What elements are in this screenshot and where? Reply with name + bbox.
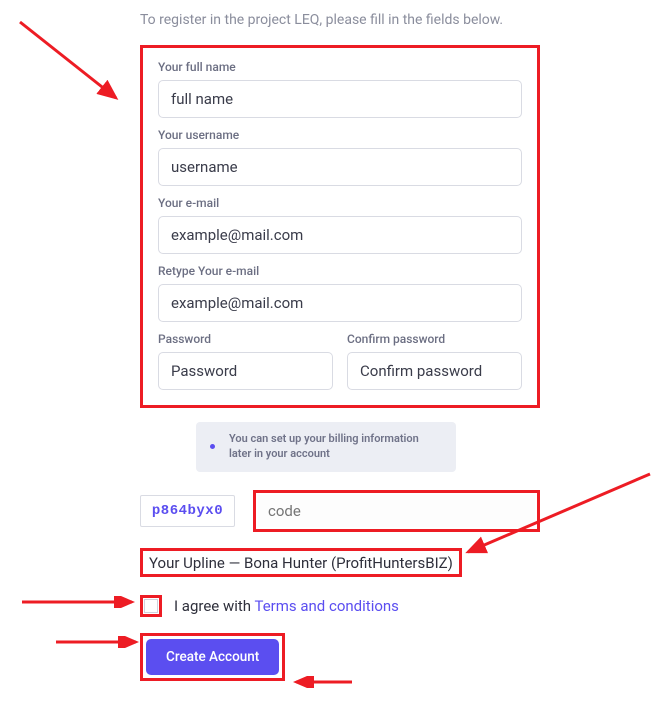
agree-label: I agree with Terms and conditions	[174, 597, 399, 615]
fullname-label: Your full name	[158, 60, 522, 74]
username-label: Your username	[158, 128, 522, 142]
create-account-button[interactable]: Create Account	[146, 639, 279, 675]
upline-text: Your Upline — Bona Hunter (ProfitHunters…	[149, 554, 453, 572]
agree-checkbox[interactable]	[144, 599, 158, 613]
billing-tip: You can set up your billing information …	[196, 422, 456, 472]
username-input[interactable]	[158, 148, 522, 186]
upline-highlight: Your Upline — Bona Hunter (ProfitHunters…	[140, 548, 462, 577]
password-confirm-input[interactable]	[347, 352, 522, 390]
terms-link[interactable]: Terms and conditions	[254, 597, 398, 615]
fullname-input[interactable]	[158, 80, 522, 118]
submit-highlight: Create Account	[140, 633, 285, 681]
bullet-icon	[210, 444, 215, 449]
email-retype-input[interactable]	[158, 284, 522, 322]
captcha-highlight	[253, 490, 540, 532]
email-retype-label: Retype Your e-mail	[158, 264, 522, 278]
captcha-input[interactable]	[258, 495, 535, 527]
captcha-display: p864byx0	[140, 495, 235, 527]
registration-form: Your full name Your username Your e-mail…	[140, 45, 540, 408]
checkbox-highlight	[140, 595, 162, 617]
password-label: Password	[158, 332, 333, 346]
intro-text: To register in the project LEQ, please f…	[140, 10, 540, 31]
email-input[interactable]	[158, 216, 522, 254]
agree-prefix: I agree with	[174, 597, 254, 615]
email-label: Your e-mail	[158, 196, 522, 210]
password-input[interactable]	[158, 352, 333, 390]
billing-tip-text: You can set up your billing information …	[229, 432, 442, 462]
password-confirm-label: Confirm password	[347, 332, 522, 346]
